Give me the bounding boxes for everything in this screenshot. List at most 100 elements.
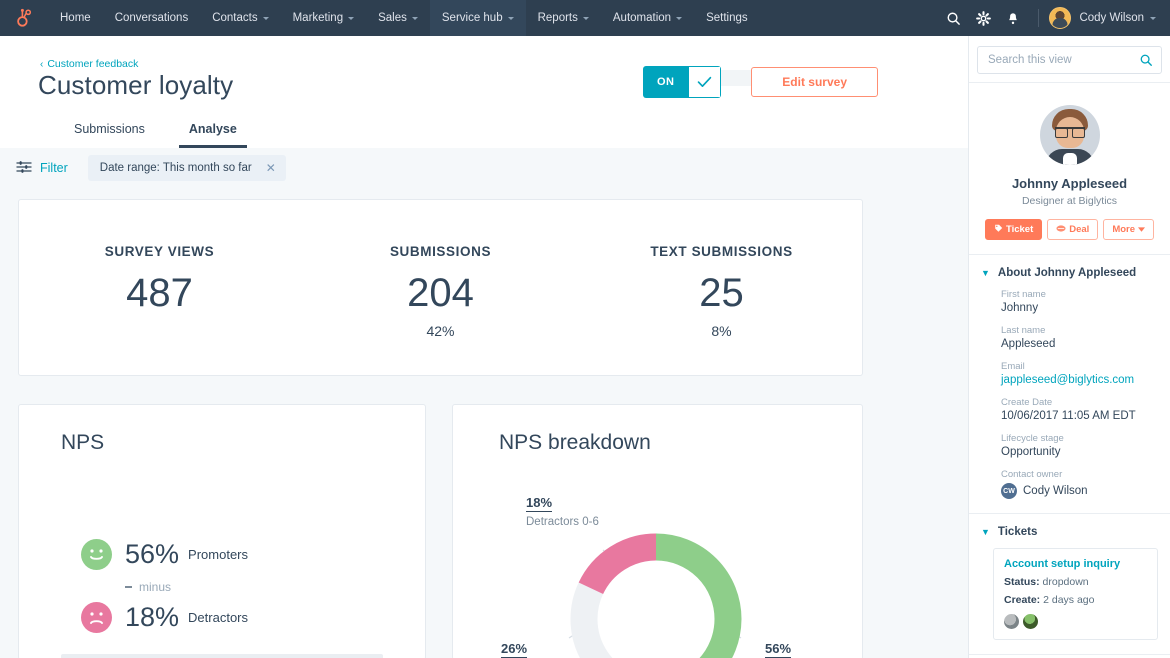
user-menu[interactable]: Cody Wilson (1049, 7, 1156, 29)
nps-breakdown-card: NPS breakdown 18% Detractors 0-6 26% 56% (452, 404, 863, 658)
contact-name: Johnny Appleseed (1011, 176, 1128, 191)
donut-percent: 26% (501, 641, 528, 658)
avatar (1039, 105, 1100, 165)
more-button-label: More (1112, 224, 1136, 235)
nav-item-conversations[interactable]: Conversations (103, 0, 201, 36)
filter-button[interactable]: Filter (16, 160, 68, 177)
stat-text-submissions: TEXT SUBMISSIONS 25 8% (581, 244, 862, 339)
nav-item-automation[interactable]: Automation (601, 0, 694, 36)
close-icon[interactable]: ✕ (266, 161, 276, 175)
date-range-filter-chip[interactable]: Date range: This month so far ✕ (87, 155, 286, 181)
nav-item-label: Marketing (292, 12, 344, 24)
ticket-create-value: 2 days ago (1043, 594, 1095, 606)
nav-item-service-hub[interactable]: Service hub (429, 0, 526, 36)
nps-card: NPS 56% Promoters minus 18% Detractors (18, 404, 426, 658)
nav-item-label: Settings (706, 12, 748, 24)
nav-item-home[interactable]: Home (48, 0, 103, 36)
field-value-create-date[interactable]: 10/06/2017 11:05 AM EDT (1001, 410, 1158, 422)
ticket-create-label: Create: (1004, 594, 1041, 606)
chevron-down-icon (582, 16, 589, 20)
page-title: Customer loyalty (38, 70, 234, 100)
nav-items: Home Conversations Contacts Marketing Sa… (48, 0, 760, 36)
chevron-down-icon: ▼ (981, 267, 990, 278)
more-button[interactable]: More (1103, 219, 1155, 240)
ticket-title[interactable]: Account setup inquiry (1004, 558, 1147, 570)
tickets-section: ▼ Tickets Account setup inquiry Status: … (969, 513, 1170, 654)
stat-submissions: SUBMISSIONS 204 42% (300, 244, 581, 339)
chip-label: Date range: This month so far (99, 162, 252, 174)
ticket-create: Create: 2 days ago (1004, 594, 1147, 606)
contact-sidebar: Johnny Appleseed Designer at Biglytics T… (968, 36, 1170, 658)
tab-analyse[interactable]: Analyse (167, 114, 259, 148)
ticket-avatars (1004, 614, 1147, 629)
survey-status-toggle[interactable]: ON (642, 66, 722, 98)
avatar: CW (1001, 483, 1017, 499)
deal-button[interactable]: Deal (1047, 219, 1099, 240)
contact-card: Johnny Appleseed Designer at Biglytics T… (981, 95, 1158, 240)
toggle-on-label[interactable]: ON (642, 66, 689, 98)
search-box[interactable] (977, 46, 1162, 74)
about-heading: About Johnny Appleseed (997, 267, 1137, 279)
ticket-status-label: Status: (1004, 576, 1040, 588)
check-icon[interactable] (688, 66, 722, 98)
field-label: Email (1001, 361, 1025, 372)
search-icon[interactable] (938, 0, 968, 36)
ticket-status: Status: dropdown (1004, 576, 1147, 588)
breadcrumb[interactable]: ‹ Customer feedback (40, 58, 138, 70)
field-value-first-name[interactable]: Johnny (1001, 302, 1158, 314)
app-root: Home Conversations Contacts Marketing Sa… (0, 0, 1170, 658)
avatar (1004, 614, 1019, 629)
search-input[interactable] (978, 47, 1161, 73)
chevron-down-icon (676, 16, 683, 20)
contact-action-buttons: Ticket Deal More (981, 219, 1158, 240)
promoters-label: Promoters (188, 547, 249, 562)
stat-value: 204 (407, 271, 474, 315)
donut-chart: 18% Detractors 0-6 26% 56% (453, 405, 862, 658)
ticket-card[interactable]: Account setup inquiry Status: dropdown C… (993, 548, 1158, 640)
nav-item-sales[interactable]: Sales (366, 0, 430, 36)
edit-survey-button[interactable]: Edit survey (751, 67, 878, 97)
nav-item-label: Conversations (114, 12, 189, 24)
donut-percent: 56% (765, 641, 792, 658)
stat-value: 487 (126, 271, 193, 315)
chevron-down-icon: ▼ (981, 526, 990, 537)
smiley-happy-icon (81, 539, 112, 570)
bell-icon[interactable] (998, 0, 1028, 36)
nav-divider (1038, 9, 1040, 27)
sidebar-search (969, 36, 1170, 82)
tab-submissions[interactable]: Submissions (52, 114, 167, 148)
owner-name: Cody Wilson (1023, 485, 1088, 497)
field-value-lifecycle-stage[interactable]: Opportunity (1001, 446, 1158, 458)
nav-item-settings[interactable]: Settings (694, 0, 760, 36)
chevron-down-icon (1138, 224, 1146, 235)
donut-description: Detractors 0-6 (526, 516, 599, 528)
nav-right-actions: Cody Wilson (938, 0, 1170, 36)
ticket-icon (994, 224, 1003, 236)
nav-item-contacts[interactable]: Contacts (200, 0, 280, 36)
stats-row: SURVEY VIEWS 487 SUBMISSIONS 204 42% TEX… (19, 200, 862, 375)
header-actions: ON Edit survey (642, 66, 878, 98)
gear-icon[interactable] (968, 0, 998, 36)
hubspot-sprocket-logo[interactable] (0, 8, 48, 28)
nps-promoters-row: 56% Promoters (81, 539, 248, 570)
nps-minus-row: minus (125, 580, 248, 594)
deal-button-label: Deal (1069, 224, 1090, 235)
filter-bar: Filter Date range: This month so far ✕ (0, 148, 968, 188)
field-value-email[interactable]: jappleseed@biglytics.com (1001, 374, 1158, 386)
field-value-contact-owner[interactable]: CW Cody Wilson (1001, 483, 1158, 499)
deals-section: ▶ Deals (969, 654, 1170, 658)
card-title: NPS (61, 431, 105, 454)
tab-bar: Submissions Analyse (52, 114, 259, 148)
nav-item-marketing[interactable]: Marketing (281, 0, 367, 36)
about-section-header[interactable]: ▼ About Johnny Appleseed (981, 267, 1158, 279)
field-value-last-name[interactable]: Appleseed (1001, 338, 1158, 350)
filter-label: Filter (40, 161, 68, 175)
ticket-button[interactable]: Ticket (984, 219, 1043, 240)
detractors-percent: 18% (125, 602, 180, 632)
search-icon[interactable] (1139, 53, 1153, 72)
glasses-icon (1054, 127, 1085, 138)
nav-item-reports[interactable]: Reports (526, 0, 601, 36)
tickets-section-header[interactable]: ▼ Tickets (981, 526, 1158, 538)
user-name: Cody Wilson (1079, 12, 1144, 24)
chevron-down-icon (411, 16, 418, 20)
